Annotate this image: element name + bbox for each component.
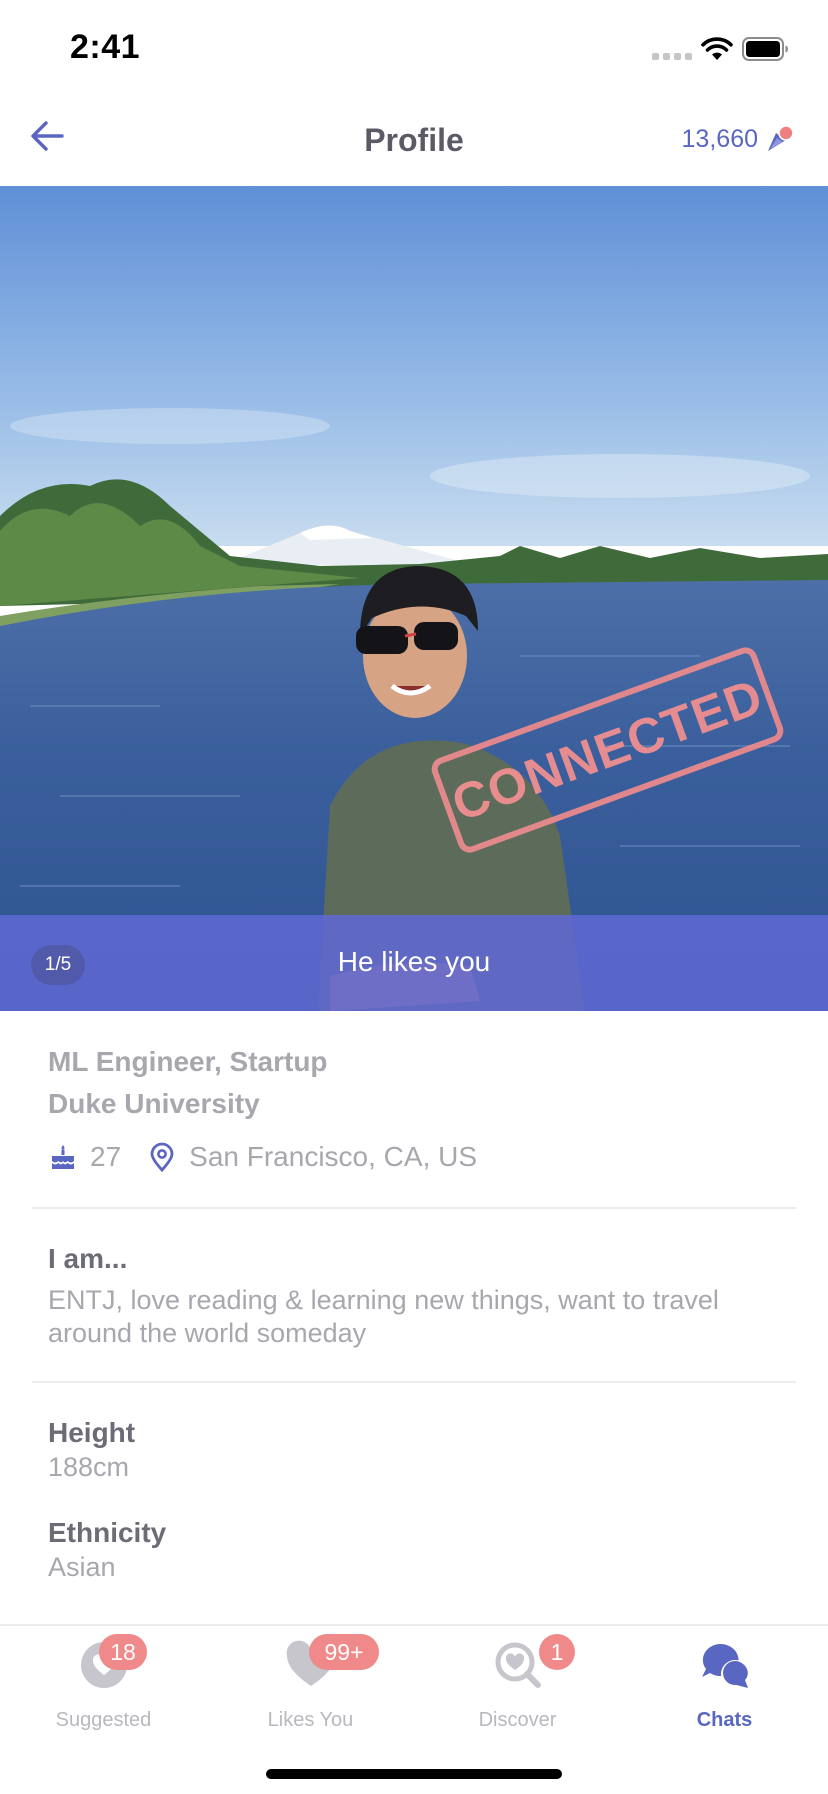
discover-badge: 1 bbox=[539, 1634, 575, 1670]
coin-icon bbox=[768, 125, 794, 151]
divider bbox=[32, 1207, 796, 1209]
tab-suggested[interactable]: 18 Suggested bbox=[0, 1626, 207, 1746]
ethnicity-label: Ethnicity bbox=[48, 1517, 167, 1548]
meta-row: 27 San Francisco, CA, US bbox=[48, 1141, 477, 1173]
coin-count: 13,660 bbox=[681, 124, 758, 153]
height-label: Height bbox=[48, 1417, 136, 1448]
about-text: ENTJ, love reading & learning new things… bbox=[48, 1285, 719, 1348]
tab-discover[interactable]: 1 Discover bbox=[414, 1626, 621, 1746]
map-pin-icon bbox=[150, 1142, 174, 1172]
tab-chats[interactable]: Chats bbox=[621, 1626, 828, 1746]
location: San Francisco, CA, US bbox=[189, 1141, 478, 1172]
home-indicator bbox=[266, 1769, 562, 1779]
status-bar: 2:41 bbox=[0, 0, 828, 100]
photo-image bbox=[0, 186, 828, 1011]
coin-balance[interactable]: 13,660 bbox=[682, 124, 794, 154]
divider bbox=[32, 1381, 796, 1383]
header: Profile 13,660 bbox=[0, 100, 828, 186]
signal-icon bbox=[652, 53, 692, 60]
heart-search-icon bbox=[495, 1642, 541, 1688]
ethnicity-value: Asian bbox=[48, 1552, 116, 1582]
battery-icon bbox=[742, 37, 788, 61]
height-value: 188cm bbox=[48, 1452, 130, 1482]
age: 27 bbox=[90, 1141, 122, 1172]
likes-you-badge: 99+ bbox=[309, 1634, 379, 1670]
cake-icon bbox=[52, 1145, 74, 1169]
tab-label: Chats bbox=[696, 1709, 753, 1731]
suggested-badge: 18 bbox=[99, 1634, 147, 1670]
likes-you-text: He likes you bbox=[337, 946, 491, 977]
status-time: 2:41 bbox=[70, 28, 141, 66]
tab-bar: 18 Suggested 99+ Likes You 1 Discover Ch… bbox=[0, 1624, 828, 1794]
chat-bubbles-icon bbox=[701, 1643, 749, 1688]
tab-label: Suggested bbox=[55, 1709, 152, 1731]
tab-label: Likes You bbox=[267, 1709, 354, 1731]
tab-label: Discover bbox=[478, 1709, 557, 1731]
tab-likes-you[interactable]: 99+ Likes You bbox=[207, 1626, 414, 1746]
wifi-icon bbox=[701, 37, 733, 60]
profile-photo[interactable]: CONNECTED 1/5 He likes you bbox=[0, 186, 828, 1011]
school: Duke University bbox=[48, 1088, 260, 1119]
about-title: I am... bbox=[48, 1243, 128, 1274]
job-title: ML Engineer, Startup bbox=[48, 1046, 328, 1077]
